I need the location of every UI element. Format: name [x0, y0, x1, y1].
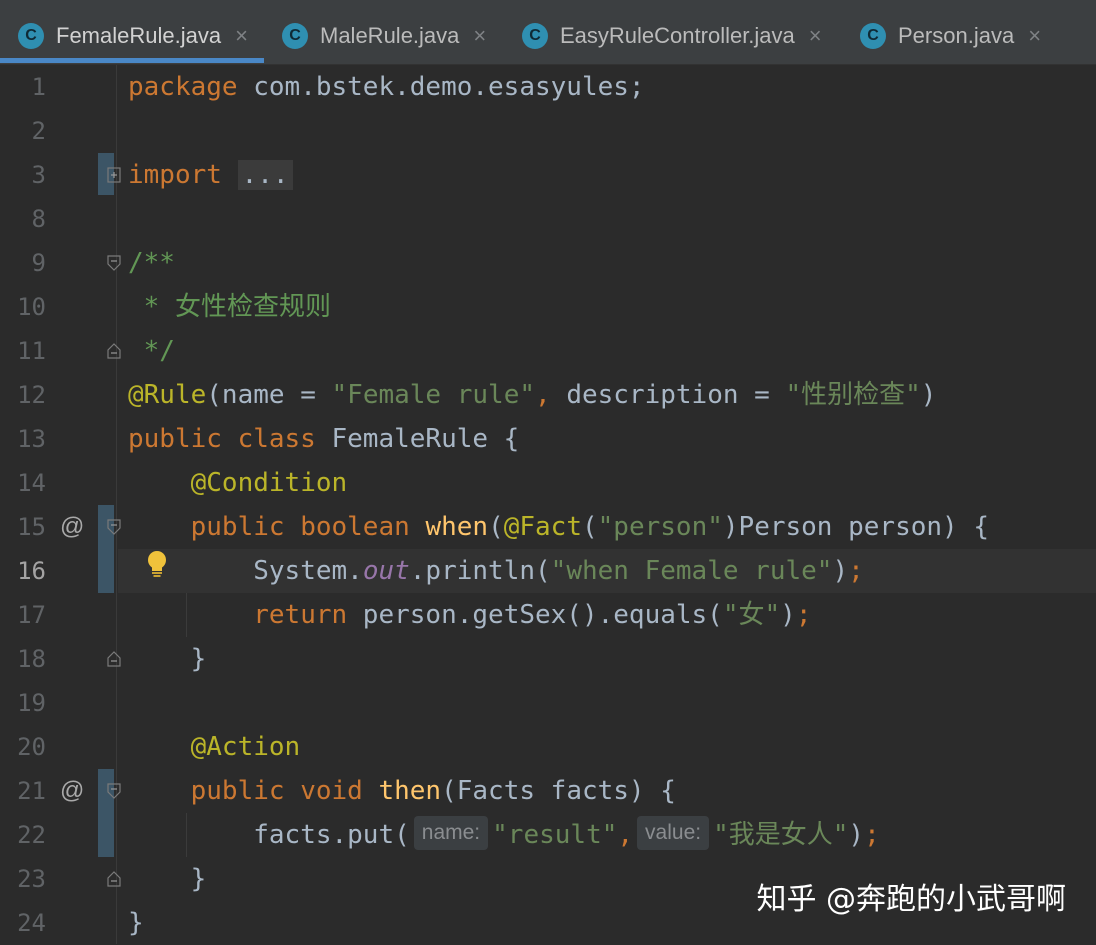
code-text[interactable]: return person.getSex().equals("女"); — [128, 593, 811, 637]
code-text[interactable]: @Action — [128, 725, 301, 769]
code-line[interactable]: 9 /** — [0, 241, 1096, 285]
tab-malerule[interactable]: C MaleRule.java × — [282, 12, 486, 60]
line-number: 10 — [17, 293, 46, 321]
code-text[interactable]: } — [128, 901, 144, 945]
code-line[interactable]: 22 facts.put(name: "result", value: "我是女人")… — [0, 813, 1096, 857]
code-text[interactable]: import ... — [128, 153, 293, 197]
class-icon: C — [18, 23, 44, 49]
line-number: 19 — [17, 689, 46, 717]
line-number: 13 — [17, 425, 46, 453]
code-text[interactable]: public class FemaleRule { — [128, 417, 519, 461]
code-line[interactable]: 15 @ public boolean when(@Fact("person")… — [0, 505, 1096, 549]
fold-end-icon[interactable] — [107, 343, 121, 359]
annotation-gutter-icon[interactable]: @ — [60, 769, 84, 813]
code-text[interactable]: } — [128, 857, 207, 901]
line-number: 2 — [31, 117, 46, 145]
line-number: 22 — [17, 821, 46, 849]
line-number: 16 — [17, 557, 46, 585]
code-line[interactable]: 13 public class FemaleRule { — [0, 417, 1096, 461]
code-text[interactable]: /** — [128, 241, 175, 285]
close-icon[interactable]: × — [235, 23, 248, 49]
lightbulb-icon[interactable] — [146, 549, 168, 579]
code-line[interactable]: 17 return person.getSex().equals("女"); — [0, 593, 1096, 637]
line-number: 15 — [17, 513, 46, 541]
line-number: 11 — [17, 337, 46, 365]
code-text[interactable]: @Rule(name = "Female rule", description … — [128, 373, 936, 417]
annotation-gutter-icon[interactable]: @ — [60, 505, 84, 549]
close-icon[interactable]: × — [809, 23, 822, 49]
code-line[interactable]: 21 @ public void then(Facts facts) { — [0, 769, 1096, 813]
line-number: 18 — [17, 645, 46, 673]
code-line[interactable]: 11 */ — [0, 329, 1096, 373]
fold-collapse-icon[interactable] — [107, 255, 121, 271]
fold-end-icon[interactable] — [107, 651, 121, 667]
parameter-hint: name: — [413, 816, 489, 850]
tab-person[interactable]: C Person.java × — [860, 12, 1041, 60]
fold-expand-icon[interactable] — [107, 167, 121, 183]
tab-label: FemaleRule.java — [56, 23, 222, 48]
watermark: 知乎 @奔跑的小武哥啊 — [756, 882, 1066, 917]
tab-easyrulecontroller[interactable]: C EasyRuleController.java × — [522, 12, 822, 60]
line-number: 12 — [17, 381, 46, 409]
code-text[interactable]: @Condition — [128, 461, 348, 505]
code-text[interactable]: } — [128, 637, 207, 681]
line-number: 24 — [17, 909, 46, 937]
code-line[interactable]: 14 @Condition — [0, 461, 1096, 505]
code-line[interactable]: 2 — [0, 109, 1096, 153]
code-editor[interactable]: 1 package com.bstek.demo.esasyules; 2 3 … — [0, 65, 1096, 944]
tab-label: Person.java — [898, 23, 1015, 48]
code-line[interactable]: 18 } — [0, 637, 1096, 681]
close-icon[interactable]: × — [473, 23, 486, 49]
code-line[interactable]: 12 @Rule(name = "Female rule", descripti… — [0, 373, 1096, 417]
code-text[interactable]: public void then(Facts facts) { — [128, 769, 676, 813]
line-number: 14 — [17, 469, 46, 497]
fold-collapse-icon[interactable] — [107, 519, 121, 535]
line-number: 1 — [31, 73, 46, 101]
tab-femalerule[interactable]: C FemaleRule.java × — [18, 12, 248, 60]
fold-end-icon[interactable] — [107, 871, 121, 887]
folded-imports[interactable]: ... — [237, 160, 293, 190]
code-text[interactable]: package com.bstek.demo.esasyules; — [128, 65, 645, 109]
fold-collapse-icon[interactable] — [107, 783, 121, 799]
active-tab-indicator — [0, 58, 264, 63]
class-icon: C — [282, 23, 308, 49]
line-number: 9 — [31, 249, 46, 277]
code-line[interactable]: 19 — [0, 681, 1096, 725]
close-icon[interactable]: × — [1028, 23, 1041, 49]
line-number: 23 — [17, 865, 46, 893]
code-line[interactable]: 3 import ... — [0, 153, 1096, 197]
class-icon: C — [860, 23, 886, 49]
code-text[interactable]: public boolean when(@Fact("person")Perso… — [128, 505, 989, 549]
line-number: 8 — [31, 205, 46, 233]
class-icon: C — [522, 23, 548, 49]
code-text[interactable]: facts.put(name: "result", value: "我是女人"); — [128, 813, 880, 857]
code-line[interactable]: 20 @Action — [0, 725, 1096, 769]
tab-label: MaleRule.java — [320, 23, 460, 48]
code-text[interactable]: */ — [128, 329, 175, 373]
line-number: 21 — [17, 777, 46, 805]
code-line[interactable]: 8 — [0, 197, 1096, 241]
parameter-hint: value: — [637, 816, 710, 850]
editor-tab-bar: C FemaleRule.java × C MaleRule.java × C … — [0, 0, 1096, 65]
line-number: 20 — [17, 733, 46, 761]
line-number: 3 — [31, 161, 46, 189]
code-text[interactable]: * 女性检查规则 — [128, 285, 331, 329]
code-line[interactable]: 1 package com.bstek.demo.esasyules; — [0, 65, 1096, 109]
code-text[interactable]: System.out.println("when Female rule"); — [128, 549, 864, 593]
line-number: 17 — [17, 601, 46, 629]
code-line[interactable]: 10 * 女性检查规则 — [0, 285, 1096, 329]
tab-label: EasyRuleController.java — [560, 23, 795, 48]
